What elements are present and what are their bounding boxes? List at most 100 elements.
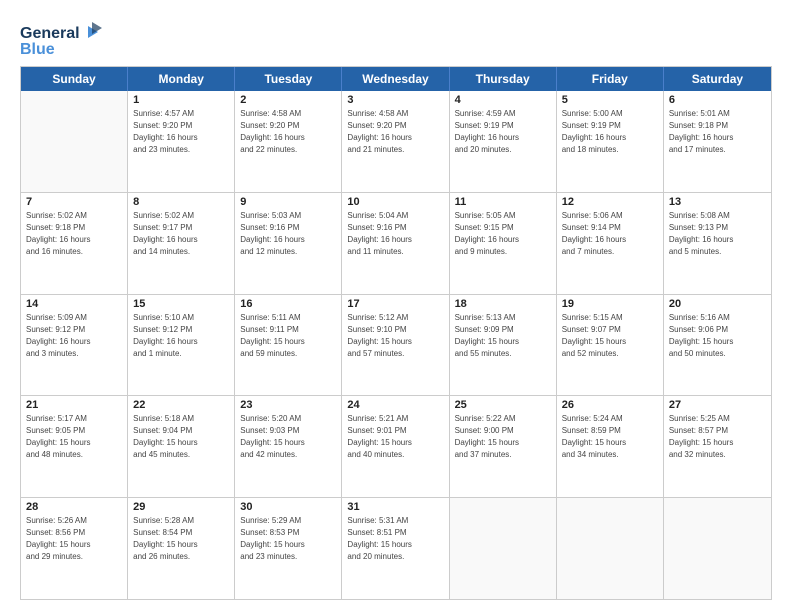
cell-info-line: Sunrise: 5:02 AM (26, 210, 122, 222)
cal-cell: 24Sunrise: 5:21 AMSunset: 9:01 PMDayligh… (342, 396, 449, 497)
cell-info-line: Daylight: 15 hours (347, 539, 443, 551)
day-number: 19 (562, 298, 658, 310)
cal-cell: 6Sunrise: 5:01 AMSunset: 9:18 PMDaylight… (664, 91, 771, 192)
cell-info-line: and 20 minutes. (347, 551, 443, 563)
day-number: 1 (133, 94, 229, 106)
cal-cell: 4Sunrise: 4:59 AMSunset: 9:19 PMDaylight… (450, 91, 557, 192)
cal-cell: 15Sunrise: 5:10 AMSunset: 9:12 PMDayligh… (128, 295, 235, 396)
cal-cell: 26Sunrise: 5:24 AMSunset: 8:59 PMDayligh… (557, 396, 664, 497)
cell-info-line: Sunrise: 5:17 AM (26, 413, 122, 425)
cell-info-line: Sunset: 9:12 PM (26, 324, 122, 336)
cal-cell: 9Sunrise: 5:03 AMSunset: 9:16 PMDaylight… (235, 193, 342, 294)
cell-info-line: Daylight: 15 hours (347, 437, 443, 449)
day-number: 13 (669, 196, 766, 208)
day-number: 21 (26, 399, 122, 411)
day-number: 4 (455, 94, 551, 106)
header: General Blue (20, 18, 772, 58)
day-number: 29 (133, 501, 229, 513)
cell-info-line: Sunset: 8:54 PM (133, 527, 229, 539)
cell-info-line: and 20 minutes. (455, 144, 551, 156)
cell-info-line: Sunset: 9:05 PM (26, 425, 122, 437)
cell-info-line: Daylight: 15 hours (455, 336, 551, 348)
cal-cell: 22Sunrise: 5:18 AMSunset: 9:04 PMDayligh… (128, 396, 235, 497)
cell-info-line: Sunrise: 5:04 AM (347, 210, 443, 222)
cell-info-line: Sunset: 9:19 PM (562, 120, 658, 132)
cal-cell: 2Sunrise: 4:58 AMSunset: 9:20 PMDaylight… (235, 91, 342, 192)
cal-cell (664, 498, 771, 599)
cell-info-line: Sunrise: 5:28 AM (133, 515, 229, 527)
cell-info-line: Sunset: 9:20 PM (347, 120, 443, 132)
cal-cell: 19Sunrise: 5:15 AMSunset: 9:07 PMDayligh… (557, 295, 664, 396)
cell-info-line: and 11 minutes. (347, 246, 443, 258)
cal-cell: 18Sunrise: 5:13 AMSunset: 9:09 PMDayligh… (450, 295, 557, 396)
day-number: 23 (240, 399, 336, 411)
day-number: 8 (133, 196, 229, 208)
cell-info-line: Daylight: 15 hours (562, 437, 658, 449)
header-day-friday: Friday (557, 67, 664, 91)
cell-info-line: Sunrise: 5:10 AM (133, 312, 229, 324)
cell-info-line: Sunrise: 5:01 AM (669, 108, 766, 120)
cell-info-line: Sunrise: 5:13 AM (455, 312, 551, 324)
cell-info-line: Daylight: 15 hours (669, 437, 766, 449)
cell-info-line: and 26 minutes. (133, 551, 229, 563)
cell-info-line: Daylight: 15 hours (240, 539, 336, 551)
day-number: 3 (347, 94, 443, 106)
cell-info-line: Sunrise: 5:09 AM (26, 312, 122, 324)
cell-info-line: and 57 minutes. (347, 348, 443, 360)
cal-cell: 30Sunrise: 5:29 AMSunset: 8:53 PMDayligh… (235, 498, 342, 599)
cell-info-line: Sunset: 9:15 PM (455, 222, 551, 234)
cell-info-line: Sunrise: 5:29 AM (240, 515, 336, 527)
cell-info-line: Sunset: 9:18 PM (26, 222, 122, 234)
cell-info-line: Sunrise: 5:20 AM (240, 413, 336, 425)
cell-info-line: Sunset: 9:06 PM (669, 324, 766, 336)
cell-info-line: Sunrise: 4:57 AM (133, 108, 229, 120)
cal-cell (557, 498, 664, 599)
cal-cell: 27Sunrise: 5:25 AMSunset: 8:57 PMDayligh… (664, 396, 771, 497)
cell-info-line: Daylight: 16 hours (562, 132, 658, 144)
cell-info-line: Sunrise: 5:11 AM (240, 312, 336, 324)
cell-info-line: Sunset: 9:04 PM (133, 425, 229, 437)
cell-info-line: Sunset: 9:17 PM (133, 222, 229, 234)
cell-info-line: Sunrise: 5:06 AM (562, 210, 658, 222)
cell-info-line: Daylight: 16 hours (26, 234, 122, 246)
day-number: 10 (347, 196, 443, 208)
cell-info-line: Daylight: 15 hours (240, 336, 336, 348)
cell-info-line: Sunrise: 5:16 AM (669, 312, 766, 324)
cell-info-line: Sunset: 9:20 PM (240, 120, 336, 132)
cal-cell: 8Sunrise: 5:02 AMSunset: 9:17 PMDaylight… (128, 193, 235, 294)
cell-info-line: Sunset: 8:57 PM (669, 425, 766, 437)
cell-info-line: Sunset: 8:53 PM (240, 527, 336, 539)
cell-info-line: Daylight: 16 hours (133, 234, 229, 246)
header-day-wednesday: Wednesday (342, 67, 449, 91)
cell-info-line: Sunrise: 5:26 AM (26, 515, 122, 527)
cell-info-line: Daylight: 15 hours (240, 437, 336, 449)
cell-info-line: Sunset: 9:16 PM (347, 222, 443, 234)
day-number: 12 (562, 196, 658, 208)
day-number: 18 (455, 298, 551, 310)
cell-info-line: and 22 minutes. (240, 144, 336, 156)
week-row-4: 28Sunrise: 5:26 AMSunset: 8:56 PMDayligh… (21, 498, 771, 599)
svg-text:General: General (20, 25, 80, 42)
cell-info-line: Sunrise: 4:59 AM (455, 108, 551, 120)
cal-cell: 23Sunrise: 5:20 AMSunset: 9:03 PMDayligh… (235, 396, 342, 497)
cell-info-line: Daylight: 15 hours (26, 539, 122, 551)
cal-cell: 29Sunrise: 5:28 AMSunset: 8:54 PMDayligh… (128, 498, 235, 599)
day-number: 28 (26, 501, 122, 513)
cal-cell (21, 91, 128, 192)
logo-svg: General Blue (20, 18, 110, 58)
cell-info-line: and 40 minutes. (347, 449, 443, 461)
cell-info-line: Daylight: 16 hours (669, 132, 766, 144)
cell-info-line: and 7 minutes. (562, 246, 658, 258)
cell-info-line: Sunrise: 5:12 AM (347, 312, 443, 324)
cell-info-line: Daylight: 16 hours (133, 336, 229, 348)
cell-info-line: Sunset: 9:14 PM (562, 222, 658, 234)
cell-info-line: Daylight: 15 hours (669, 336, 766, 348)
cal-cell: 7Sunrise: 5:02 AMSunset: 9:18 PMDaylight… (21, 193, 128, 294)
day-number: 15 (133, 298, 229, 310)
cell-info-line: Sunset: 9:11 PM (240, 324, 336, 336)
cell-info-line: Daylight: 16 hours (669, 234, 766, 246)
day-number: 31 (347, 501, 443, 513)
cell-info-line: Sunset: 9:18 PM (669, 120, 766, 132)
header-day-sunday: Sunday (21, 67, 128, 91)
header-day-saturday: Saturday (664, 67, 771, 91)
